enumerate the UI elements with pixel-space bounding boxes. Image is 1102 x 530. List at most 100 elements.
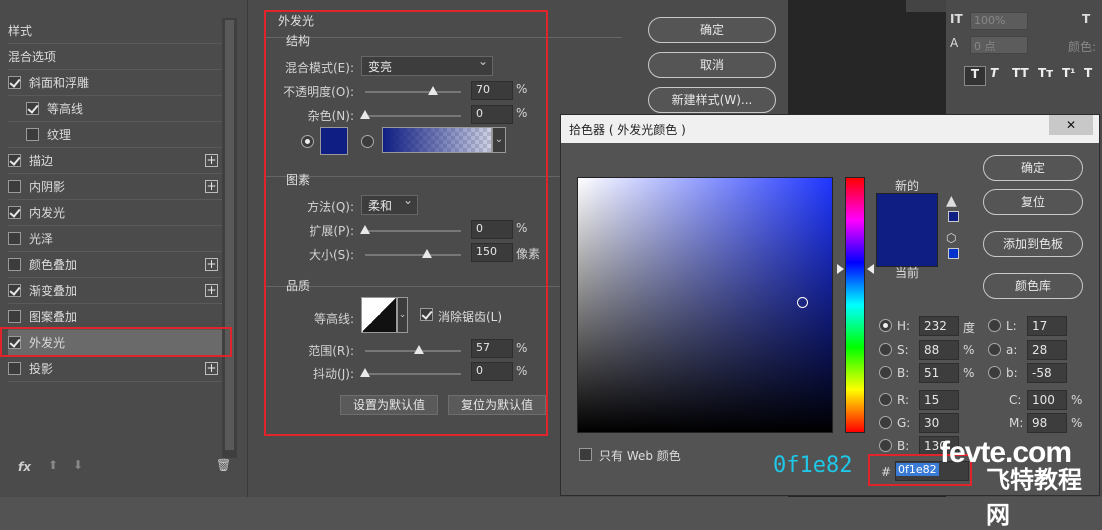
vertical-scale-input[interactable]: 100% [970, 12, 1028, 30]
superscript-button[interactable]: T¹ [1062, 66, 1075, 80]
trash-icon[interactable]: 🗑 [216, 458, 231, 472]
faux-italic-button[interactable]: T [990, 66, 998, 80]
h-radio[interactable] [879, 319, 892, 332]
s-unit: % [963, 343, 975, 357]
close-icon[interactable]: ✕ [1049, 115, 1093, 135]
new-color-label: 新的 [895, 179, 920, 193]
style-item-label: 内阴影 [29, 180, 66, 194]
panel-tab-icon[interactable] [906, 0, 946, 12]
hue-slider[interactable] [845, 177, 865, 433]
baseline-shift-icon: A [950, 36, 959, 50]
web-only-label: 只有 Web 颜色 [599, 449, 681, 463]
styles-scroll-thumb[interactable] [225, 20, 234, 450]
color-field[interactable] [577, 177, 833, 433]
style-item-1[interactable]: 斜面和浮雕 [8, 70, 222, 96]
g-radio[interactable] [879, 416, 892, 429]
s-label: S: [897, 343, 909, 357]
style-item-5[interactable]: 内阴影 + [8, 174, 222, 200]
style-checkbox[interactable] [8, 258, 21, 271]
fx-icon[interactable]: fx [18, 460, 31, 474]
l-label: L: [1006, 319, 1017, 333]
add-plus-icon[interactable]: + [205, 154, 218, 167]
style-checkbox[interactable] [8, 362, 21, 375]
style-checkbox[interactable] [8, 232, 21, 245]
s-input[interactable]: 88 [919, 340, 959, 360]
web-only-checkbox[interactable] [579, 448, 592, 461]
r-radio[interactable] [879, 393, 892, 406]
add-plus-icon[interactable]: + [205, 284, 218, 297]
a-label: a: [1006, 343, 1018, 357]
a-input[interactable]: 28 [1027, 340, 1067, 360]
new-style-button[interactable]: 新建样式(W)... [648, 87, 776, 113]
style-item-12[interactable]: 投影 + [8, 356, 222, 382]
b-lab-radio[interactable] [988, 366, 1001, 379]
picker-reset-button[interactable]: 复位 [983, 189, 1083, 215]
m-label: M: [1009, 416, 1024, 430]
add-plus-icon[interactable]: + [205, 180, 218, 193]
style-item-6[interactable]: 内发光 [8, 200, 222, 226]
h-label: H: [897, 319, 911, 333]
style-item-8[interactable]: 颜色叠加 + [8, 252, 222, 278]
g-input[interactable]: 30 [919, 413, 959, 433]
baseline-shift-input[interactable]: 0 点 [970, 36, 1028, 54]
ok-button[interactable]: 确定 [648, 17, 776, 43]
style-checkbox[interactable] [8, 284, 21, 297]
add-plus-icon[interactable]: + [205, 258, 218, 271]
a-radio[interactable] [988, 343, 1001, 356]
style-checkbox[interactable] [26, 128, 39, 141]
style-item-4[interactable]: 描边 + [8, 148, 222, 174]
c-label: C: [1009, 393, 1022, 407]
c-input[interactable]: 100 [1027, 390, 1067, 410]
color-field-cursor[interactable] [797, 297, 808, 308]
style-item-2[interactable]: 等高线 [8, 96, 222, 122]
current-color-label: 当前 [895, 266, 920, 280]
style-checkbox[interactable] [8, 310, 21, 323]
style-item-7[interactable]: 光泽 [8, 226, 222, 252]
m-input[interactable]: 98 [1027, 413, 1067, 433]
web-safe-cube-icon[interactable]: ⬡ [946, 231, 956, 245]
b-hsb-input[interactable]: 51 [919, 363, 959, 383]
b-lab-input[interactable]: -58 [1027, 363, 1067, 383]
small-caps-button[interactable]: Tт [1038, 66, 1053, 80]
style-checkbox[interactable] [8, 154, 21, 167]
cancel-button[interactable]: 取消 [648, 52, 776, 78]
style-checkbox[interactable] [26, 102, 39, 115]
style-checkbox[interactable] [8, 180, 21, 193]
b-rgb-radio[interactable] [879, 439, 892, 452]
l-radio[interactable] [988, 319, 1001, 332]
faux-bold-button[interactable]: T [964, 66, 986, 86]
add-plus-icon[interactable]: + [205, 362, 218, 375]
subscript-button[interactable]: T [1084, 66, 1092, 80]
watermark-name: 飞特教程网 [986, 466, 1082, 529]
style-item-3[interactable]: 纹理 [8, 122, 222, 148]
c-unit: % [1071, 393, 1083, 407]
color-libraries-button[interactable]: 颜色库 [983, 273, 1083, 299]
hue-slider-left-arrow[interactable] [837, 264, 844, 274]
arrow-down-icon[interactable]: ⬇ [73, 458, 83, 472]
b-rgb-label: B: [897, 439, 910, 453]
b-hsb-unit: % [963, 366, 975, 380]
style-item-0[interactable]: 混合选项 [8, 44, 222, 70]
style-item-label: 斜面和浮雕 [29, 76, 90, 90]
styles-header: 样式 [8, 18, 222, 44]
style-item-label: 描边 [29, 154, 54, 168]
gamut-warning-icon[interactable]: ▲ [946, 193, 957, 209]
l-input[interactable]: 17 [1027, 316, 1067, 336]
h-input[interactable]: 232 [919, 316, 959, 336]
arrow-up-icon[interactable]: ⬆ [48, 458, 58, 472]
outer-glow-highlight-frame [264, 10, 548, 436]
color-label: 颜色: [1068, 40, 1097, 54]
b-hsb-radio[interactable] [879, 366, 892, 379]
picker-ok-button[interactable]: 确定 [983, 155, 1083, 181]
style-checkbox[interactable] [8, 206, 21, 219]
vertical-scale-icon: IT [950, 12, 963, 26]
all-caps-button[interactable]: TT [1012, 66, 1029, 80]
web-safe-swatch[interactable] [948, 248, 959, 259]
style-item-9[interactable]: 渐变叠加 + [8, 278, 222, 304]
hue-slider-right-arrow[interactable] [867, 264, 874, 274]
style-checkbox[interactable] [8, 76, 21, 89]
s-radio[interactable] [879, 343, 892, 356]
r-input[interactable]: 15 [919, 390, 959, 410]
gamut-swatch[interactable] [948, 211, 959, 222]
add-to-swatches-button[interactable]: 添加到色板 [983, 231, 1083, 257]
